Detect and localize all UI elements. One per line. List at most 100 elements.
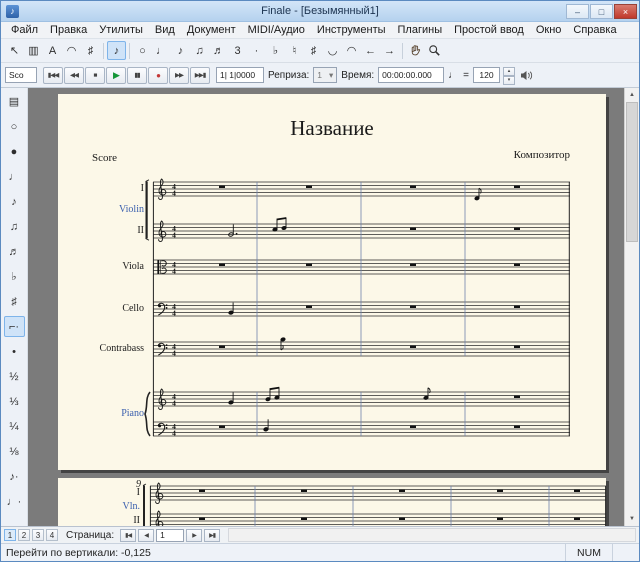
- page-button-3[interactable]: 3: [32, 529, 44, 541]
- menu-view[interactable]: Вид: [149, 22, 181, 38]
- hand-grabber-tool[interactable]: [406, 41, 425, 60]
- first-page-button[interactable]: ▮◀: [120, 529, 136, 542]
- scroll-down-button[interactable]: ▼: [625, 512, 639, 526]
- system-2[interactable]: 9 I Vln. II: [58, 480, 606, 526]
- record-button[interactable]: ●: [148, 67, 168, 84]
- status-bar: Перейти по вертикали: -0,125 NUM: [1, 543, 639, 561]
- reprise-select[interactable]: 1 ▾: [313, 67, 337, 83]
- score-page-2[interactable]: 9 I Vln. II: [58, 478, 606, 526]
- app-body: ▤ ○ ● ♩ ♪ ♫ ♬ ♭ ♯ ⌐· • ½ ⅓ ¼ ⅛ ♪· ♩· Наз…: [1, 88, 639, 526]
- whole-note-button[interactable]: ○: [133, 41, 152, 60]
- triplet-palette[interactable]: ⅓: [4, 391, 25, 412]
- menu-window[interactable]: Окно: [530, 22, 568, 38]
- menu-edit[interactable]: Правка: [44, 22, 93, 38]
- vertical-scroll-thumb[interactable]: [626, 102, 638, 242]
- play-button[interactable]: ▶: [106, 67, 126, 84]
- tempo-down-button[interactable]: ▾: [503, 76, 515, 85]
- tempo-up-button[interactable]: ▴: [503, 67, 515, 76]
- whole-note-palette[interactable]: ○: [4, 116, 25, 137]
- beamed-notes-palette[interactable]: ♫: [4, 216, 25, 237]
- key-signature-tool[interactable]: ♯: [81, 41, 100, 60]
- staff-set-box[interactable]: Sco: [5, 67, 37, 83]
- score-page-1[interactable]: Название Score Композитор I Violin II Vi…: [58, 94, 606, 470]
- smart-shape-tool[interactable]: ◠: [62, 41, 81, 60]
- beamed-eighth-notes: [273, 218, 287, 231]
- last-page-button[interactable]: ▶▮: [204, 529, 220, 542]
- next-entry-button[interactable]: →: [380, 41, 399, 60]
- tuplet-button[interactable]: 3: [228, 41, 247, 60]
- num-lock-indicator: NUM: [565, 544, 612, 561]
- staff-tool[interactable]: ▥: [24, 41, 43, 60]
- forward-button[interactable]: ▶▶: [169, 67, 189, 84]
- sixteenth-notes-palette[interactable]: ♬: [4, 241, 25, 262]
- menu-file[interactable]: Файл: [5, 22, 44, 38]
- next-page-button[interactable]: ▶: [186, 529, 202, 542]
- time-display[interactable]: 00:00:00.000: [378, 67, 444, 83]
- dotted-eighth-palette[interactable]: ♪·: [4, 466, 25, 487]
- sharp-palette[interactable]: ♯: [4, 291, 25, 312]
- pause-button[interactable]: ▮▮: [127, 67, 147, 84]
- quarter-duration-palette[interactable]: ¼: [4, 416, 25, 437]
- beamed-notes-button[interactable]: ♫: [190, 41, 209, 60]
- dotted-quarter-palette[interactable]: ♩·: [4, 491, 25, 512]
- group-label-violin: Violin: [58, 204, 148, 216]
- menu-help[interactable]: Справка: [567, 22, 622, 38]
- dot-palette[interactable]: •: [4, 341, 25, 362]
- augmentation-dot-button[interactable]: ·: [247, 41, 266, 60]
- close-button[interactable]: ×: [614, 4, 637, 19]
- rewind-start-button[interactable]: ▮◀◀: [43, 67, 63, 84]
- menu-midi-audio[interactable]: MIDI/Аудио: [242, 22, 311, 38]
- quarter-note-button[interactable]: ♩: [152, 41, 171, 60]
- previous-entry-button[interactable]: ←: [361, 41, 380, 60]
- page-button-1[interactable]: 1: [4, 529, 16, 541]
- half-duration-palette[interactable]: ½: [4, 366, 25, 387]
- sixteenth-note-button[interactable]: ♬: [209, 41, 228, 60]
- quarter-note-palette[interactable]: ♩: [4, 166, 25, 187]
- natural-button[interactable]: ♮: [285, 41, 304, 60]
- speaker-button[interactable]: [518, 66, 535, 85]
- menu-tools[interactable]: Инструменты: [311, 22, 392, 38]
- rewind-button[interactable]: ◀◀: [64, 67, 84, 84]
- menu-utilities[interactable]: Утилиты: [93, 22, 149, 38]
- slur-button[interactable]: ◠: [342, 41, 361, 60]
- maximize-button[interactable]: □: [590, 4, 613, 19]
- minimize-button[interactable]: –: [566, 4, 589, 19]
- menu-document[interactable]: Документ: [181, 22, 242, 38]
- vertical-scrollbar[interactable]: ▲ ▼: [624, 88, 639, 526]
- flat-palette[interactable]: ♭: [4, 266, 25, 287]
- score-view[interactable]: Название Score Композитор I Violin II Vi…: [28, 88, 639, 526]
- eighth-duration-palette[interactable]: ⅛: [4, 441, 25, 462]
- notes[interactable]: [228, 188, 481, 431]
- simple-entry-tool[interactable]: ♪: [107, 41, 126, 60]
- stop-button[interactable]: ■: [85, 67, 105, 84]
- sharp-button[interactable]: ♯: [304, 41, 323, 60]
- playback-counter[interactable]: 1| 1|0000: [216, 67, 264, 83]
- scroll-up-button[interactable]: ▲: [625, 88, 639, 102]
- text-tool[interactable]: A: [43, 41, 62, 60]
- tempo-input[interactable]: 120: [473, 67, 500, 83]
- eighth-note-button[interactable]: ♪: [171, 41, 190, 60]
- page-button-2[interactable]: 2: [18, 529, 30, 541]
- menu-plugins[interactable]: Плагины: [392, 22, 449, 38]
- menu-bar: Файл Правка Утилиты Вид Документ MIDI/Ау…: [1, 22, 639, 39]
- tie-button[interactable]: ◡: [323, 41, 342, 60]
- horizontal-scrollbar[interactable]: [228, 528, 636, 542]
- layout-tool[interactable]: ▤: [4, 91, 25, 112]
- eighth-note-palette[interactable]: ♪: [4, 191, 25, 212]
- system-2-graphics[interactable]: [150, 482, 606, 526]
- page-button-4[interactable]: 4: [46, 529, 58, 541]
- barlines[interactable]: [150, 486, 605, 526]
- flat-button[interactable]: ♭: [266, 41, 285, 60]
- zoom-tool[interactable]: [425, 41, 444, 60]
- title-bar[interactable]: ♪ Finale - [Безымянный1] – □ ×: [1, 1, 639, 22]
- selection-tool[interactable]: ↖: [5, 41, 24, 60]
- group-bracket: [143, 484, 146, 526]
- system-1[interactable]: I Violin II Viola Cello Contrabass Piano: [58, 178, 606, 442]
- forward-end-button[interactable]: ▶▶▮: [190, 67, 210, 84]
- previous-page-button[interactable]: ◀: [138, 529, 154, 542]
- system-1-graphics[interactable]: 44 44 44 44 44 44 44: [153, 178, 570, 440]
- eighth-rest-palette[interactable]: ⌐·: [4, 316, 25, 337]
- half-note-palette[interactable]: ●: [4, 141, 25, 162]
- menu-simple-entry[interactable]: Простой ввод: [448, 22, 530, 38]
- page-number-input[interactable]: 1: [156, 529, 184, 542]
